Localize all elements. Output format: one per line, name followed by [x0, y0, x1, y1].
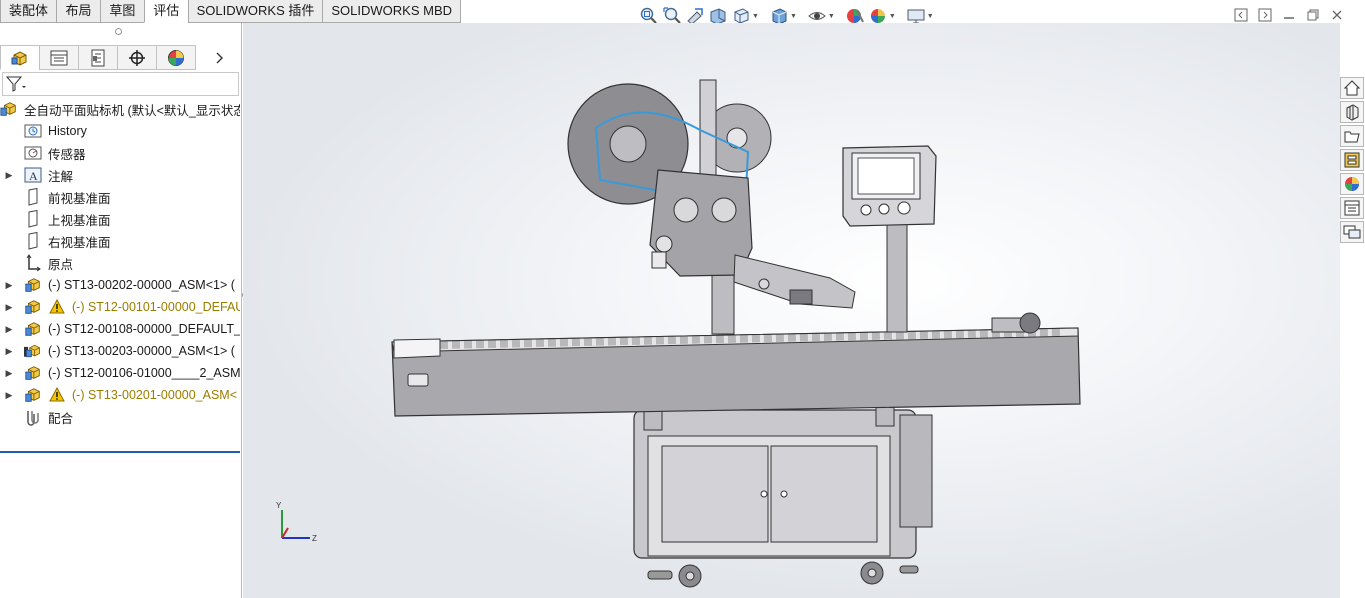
tree-item-subassembly[interactable]: ▶ (-) ST13-00202-00000_ASM<1> (: [0, 274, 240, 296]
tree-item-subassembly-warning[interactable]: ▶ (-) ST13-00201-00000_ASM<: [0, 384, 240, 406]
tab-assembly[interactable]: 装配体: [0, 0, 58, 23]
expand-arrow-icon[interactable]: ▶: [5, 280, 13, 290]
manager-tabs: [0, 45, 242, 70]
expand-arrow-icon[interactable]: ▶: [5, 390, 13, 400]
svg-text:A: A: [29, 169, 38, 183]
restore-icon[interactable]: [1306, 8, 1320, 22]
tab-evaluate[interactable]: 评估: [143, 0, 189, 23]
close-icon[interactable]: [1330, 8, 1344, 22]
tab-sketch[interactable]: 草图: [99, 0, 145, 23]
subassembly-icon: [24, 386, 42, 404]
design-library-icon[interactable]: [1340, 101, 1364, 123]
graphics-area[interactable]: [243, 23, 1340, 598]
flexible-subassembly-icon: [24, 342, 42, 360]
featuremanager-design-tree-tab[interactable]: [0, 45, 40, 70]
view-palette-icon[interactable]: [1340, 149, 1364, 171]
property-manager-tab[interactable]: [39, 45, 79, 70]
mates-icon: [24, 408, 42, 426]
expand-arrow-icon[interactable]: ▶: [5, 324, 13, 334]
tree-item-top-plane[interactable]: 上视基准面: [0, 208, 240, 230]
triad-z-label: Z: [312, 534, 317, 543]
tree-item-sensors[interactable]: 传感器: [0, 142, 240, 164]
top-assembly-icon: [0, 100, 18, 118]
display-pie-icon: [168, 49, 184, 66]
tab-solidworks-addins[interactable]: SOLIDWORKS 插件: [187, 0, 324, 23]
subassembly-icon: [24, 276, 42, 294]
triad-y-label: Y: [276, 501, 282, 510]
tree-item-subassembly[interactable]: ▶ (-) ST13-00203-00000_ASM<1> (: [0, 340, 240, 362]
pane-right-icon[interactable]: [1258, 8, 1272, 22]
minimize-icon[interactable]: [1282, 8, 1296, 22]
tree-item-right-plane[interactable]: 右视基准面: [0, 230, 240, 252]
expand-arrow-icon[interactable]: ▶: [5, 346, 13, 356]
origin-icon: [24, 254, 42, 272]
plane-icon: [24, 210, 42, 228]
warning-icon: [48, 386, 66, 404]
tree-item-subassembly[interactable]: ▶ (-) ST12-00106-01000____2_ASM-: [0, 362, 240, 384]
tree-item-subassembly-warning[interactable]: ▶ (-) ST12-00101-00000_DEFAU: [0, 296, 240, 318]
more-tabs-chevron-icon[interactable]: [211, 45, 229, 70]
tree-rollback-bar[interactable]: [0, 451, 240, 453]
crosshair-icon: [129, 49, 145, 66]
tree-item-subassembly[interactable]: ▶ (-) ST12-00108-00000_DEFAULT_A: [0, 318, 240, 340]
file-explorer-icon[interactable]: [1340, 125, 1364, 147]
expand-arrow-icon[interactable]: ▶: [5, 170, 13, 180]
subassembly-icon: [24, 364, 42, 382]
history-icon: [24, 122, 42, 140]
tree-root-assembly[interactable]: 全自动平面贴标机 (默认<默认_显示状态: [0, 98, 240, 120]
tree-filter[interactable]: [2, 72, 239, 96]
expand-arrow-icon[interactable]: ▶: [5, 368, 13, 378]
feature-tree: 全自动平面贴标机 (默认<默认_显示状态 History 传感器 ▶ A 注解: [0, 98, 240, 428]
subassembly-icon: [24, 320, 42, 338]
tree-item-front-plane[interactable]: 前视基准面: [0, 186, 240, 208]
tree-item-mates[interactable]: 配合: [0, 406, 240, 428]
warning-icon: [48, 298, 66, 316]
assembly-tree-icon: [11, 50, 27, 66]
annotations-icon: A: [24, 166, 42, 184]
subassembly-icon: [24, 298, 42, 316]
appearances-scenes-icon[interactable]: [1340, 173, 1364, 195]
plane-icon: [24, 188, 42, 206]
custom-properties-icon[interactable]: [1340, 197, 1364, 219]
tree-item-history[interactable]: History: [0, 120, 240, 142]
tree-root-label: 全自动平面贴标机 (默认<默认_显示状态: [24, 103, 240, 118]
command-manager-tabs: 装配体 布局 草图 评估 SOLIDWORKS 插件 SOLIDWORKS MB…: [0, 0, 462, 23]
document-window-controls: [1234, 8, 1344, 22]
expand-arrow-icon[interactable]: ▶: [5, 302, 13, 312]
dimxpert-manager-tab[interactable]: [117, 45, 157, 70]
task-pane-tabs: [1340, 77, 1365, 245]
filter-icon: [6, 76, 26, 92]
feature-manager-panel: 全自动平面贴标机 (默认<默认_显示状态 History 传感器 ▶ A 注解: [0, 23, 242, 598]
sensors-folder-icon: [24, 144, 42, 162]
configuration-icon: [91, 49, 105, 66]
plane-icon: [24, 232, 42, 250]
panel-grip-handle[interactable]: [115, 28, 122, 35]
tree-item-origin[interactable]: 原点: [0, 252, 240, 274]
labeling-machine-model[interactable]: [243, 23, 1340, 598]
tab-solidworks-mbd[interactable]: SOLIDWORKS MBD: [322, 0, 462, 23]
tree-item-annotations[interactable]: ▶ A 注解: [0, 164, 240, 186]
property-list-icon: [50, 50, 68, 65]
tab-layout[interactable]: 布局: [56, 0, 101, 23]
configuration-manager-tab[interactable]: [78, 45, 118, 70]
pane-left-icon[interactable]: [1234, 8, 1248, 22]
solidworks-forum-icon[interactable]: [1340, 221, 1364, 243]
reference-triad: Y Z: [276, 501, 317, 543]
solidworks-resources-icon[interactable]: [1340, 77, 1364, 99]
display-manager-tab[interactable]: [156, 45, 196, 70]
